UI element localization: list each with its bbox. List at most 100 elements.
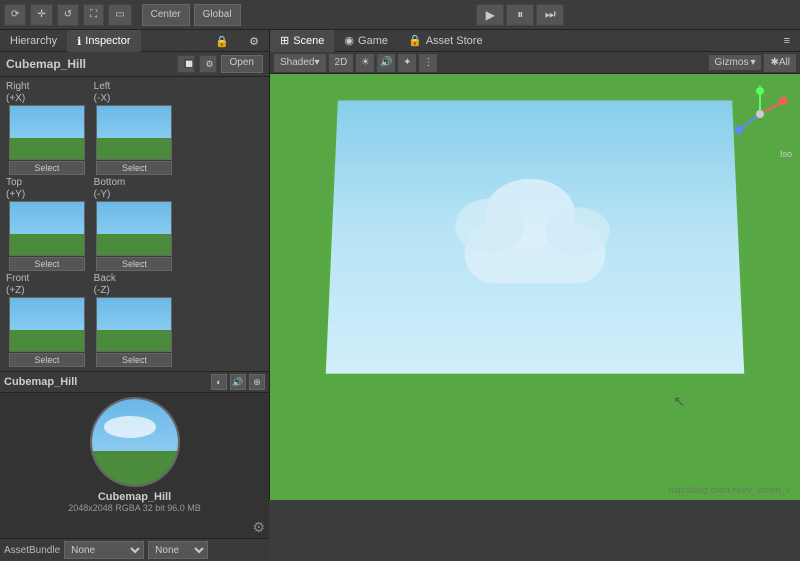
scene-url-watermark: http://blog.csdn.net/v_xchen_v (668, 485, 790, 495)
scene-tabs-row: ⊞ Scene ◉ Game 🔒 Asset Store ≡ (270, 30, 800, 52)
play-button[interactable]: ▶ (476, 4, 504, 26)
face-right-label2: (+X) (4, 93, 25, 104)
global-label: Global (203, 9, 232, 20)
face-left-label2: (-X) (92, 93, 111, 104)
asset-bundle-select-1[interactable]: None (64, 541, 144, 559)
cloud-top2 (455, 198, 525, 253)
scene-gizmo: y x z (730, 84, 790, 144)
face-right-select-btn[interactable]: Select (9, 161, 85, 175)
shaded-label: Shaded (280, 57, 314, 68)
preview-controls: ◐ 🔊 ⊕ (211, 374, 265, 390)
scene-tab-label: Scene (293, 35, 324, 47)
asset-bundle-select-2[interactable]: None (148, 541, 208, 559)
pause-button[interactable]: ⏸ (506, 4, 534, 26)
tab-lock-btn[interactable]: 🔒 (205, 30, 239, 52)
open-button[interactable]: Open (221, 55, 263, 73)
preview-asset-info: 2048x2048 RGBA 32 bit 96.0 MB (68, 503, 201, 513)
asset-store-tab-label: Asset Store (426, 35, 483, 47)
cube-face-left: Left (-X) Select (92, 81, 178, 175)
face-bottom-select-btn[interactable]: Select (96, 257, 172, 271)
face-left-label1: Left (92, 81, 111, 92)
asset-bundle-bar: AssetBundle None None (0, 538, 269, 561)
empty-cell-3 (179, 273, 265, 367)
scene-tab-icon: ⊞ (280, 34, 289, 47)
tab-hierarchy[interactable]: Hierarchy (0, 30, 67, 52)
tab-gear-btn[interactable]: ⚙ (239, 30, 269, 52)
preview-panel-title: Cubemap_Hill (4, 376, 77, 388)
2d-label: 2D (335, 57, 348, 68)
face-back-preview (96, 297, 172, 352)
global-mode-btn[interactable]: Global (194, 4, 241, 26)
face-bottom-preview (96, 201, 172, 256)
all-toggle[interactable]: ✱ All (764, 54, 796, 72)
gizmos-label: Gizmos (715, 57, 749, 68)
scale-tool-btn[interactable]: ⛶ (83, 4, 104, 26)
cube-face-back: Back (-Z) Select (92, 273, 178, 367)
cloud-top3 (545, 207, 610, 255)
face-top-select-btn[interactable]: Select (9, 257, 85, 271)
inspector-icon-btn1[interactable]: 🔲 (177, 55, 195, 73)
fx-toggle[interactable]: ✦ (398, 54, 416, 72)
audio-toggle[interactable]: 🔊 (377, 54, 395, 72)
face-back-select-btn[interactable]: Select (96, 353, 172, 367)
rect-tool-btn[interactable]: ▭ (108, 4, 131, 26)
gizmos-chevron-icon: ▾ (750, 57, 755, 68)
2d-toggle[interactable]: 2D (329, 54, 354, 72)
asset-bundle-label: AssetBundle (4, 545, 60, 556)
pivot-center-label: Center (151, 9, 181, 20)
face-left-select-btn[interactable]: Select (96, 161, 172, 175)
inspector-tab-label: Inspector (85, 35, 130, 47)
scene-toolbar: Shaded ▾ 2D ☀ 🔊 ✦ ⋮ Gizmos ▾ ✱ All (270, 52, 800, 74)
preview-content: Cubemap_Hill 2048x2048 RGBA 32 bit 96.0 … (0, 393, 269, 517)
rotate-tool-btn[interactable]: ↺ (57, 4, 79, 26)
main-layout: Hierarchy ℹ Inspector 🔒 ⚙ Cubemap_Hill 🔲… (0, 30, 800, 500)
scene-cloud (434, 184, 636, 284)
shaded-dropdown[interactable]: Shaded ▾ (274, 54, 326, 72)
move-tool-btn[interactable]: ✛ (30, 4, 52, 26)
face-bottom-label1: Bottom (92, 177, 126, 188)
preview-settings-icon[interactable]: ⚙ (252, 519, 265, 536)
scene-cursor: ↖ (673, 393, 685, 410)
pivot-mode-btn[interactable]: Center (142, 4, 190, 26)
scene-extra-btn[interactable]: ⋮ (419, 54, 437, 72)
all-icon: ✱ (770, 57, 778, 68)
preview-asset-name: Cubemap_Hill (68, 491, 201, 503)
preview-ctrl-3[interactable]: ⊕ (249, 374, 265, 390)
scene-tab-more[interactable]: ≡ (774, 30, 800, 52)
preview-ctrl-1[interactable]: ◐ (211, 374, 227, 390)
tab-game[interactable]: ◉ Game (334, 30, 398, 52)
face-front-label2: (+Z) (4, 285, 25, 296)
cube-face-bottom: Bottom (-Y) Select (92, 177, 178, 271)
face-front-preview (9, 297, 85, 352)
face-left-preview (96, 105, 172, 160)
scene-iso-label: Iso (780, 149, 792, 159)
svg-text:y: y (758, 84, 762, 91)
left-panel: Hierarchy ℹ Inspector 🔒 ⚙ Cubemap_Hill 🔲… (0, 30, 270, 500)
hierarchy-tab-label: Hierarchy (10, 35, 57, 47)
tab-asset-store[interactable]: 🔒 Asset Store (398, 30, 493, 52)
gizmos-dropdown[interactable]: Gizmos ▾ (709, 55, 762, 70)
shaded-chevron-icon: ▾ (314, 57, 319, 68)
tab-inspector[interactable]: ℹ Inspector (67, 30, 140, 52)
step-button[interactable]: ⏭ (536, 4, 564, 26)
preview-ctrl-2[interactable]: 🔊 (230, 374, 246, 390)
inspector-asset-title: Cubemap_Hill (6, 57, 86, 71)
lighting-toggle[interactable]: ☀ (356, 54, 374, 72)
face-front-select-btn[interactable]: Select (9, 353, 85, 367)
preview-circle-thumbnail (90, 397, 180, 487)
inspector-header: Cubemap_Hill 🔲 ⚙ Open (0, 52, 269, 77)
inspector-header-icons: 🔲 ⚙ Open (177, 55, 263, 73)
transform-tool-btn[interactable]: ⟳ (4, 4, 26, 26)
face-back-label1: Back (92, 273, 116, 284)
empty-cell-1 (179, 81, 265, 175)
preview-panel: Cubemap_Hill ◐ 🔊 ⊕ Cubemap_Hill 2048x204… (0, 371, 269, 556)
preview-panel-header: Cubemap_Hill ◐ 🔊 ⊕ (0, 372, 269, 393)
preview-info: Cubemap_Hill 2048x2048 RGBA 32 bit 96.0 … (68, 491, 201, 513)
svg-text:x: x (783, 94, 787, 101)
game-tab-icon: ◉ (344, 34, 354, 47)
tab-scene[interactable]: ⊞ Scene (270, 30, 334, 52)
scene-view[interactable]: y x z Iso ↖ http://blog.csdn.net/v (270, 74, 800, 500)
inspector-icon-btn2[interactable]: ⚙ (199, 55, 217, 73)
left-tabs-row: Hierarchy ℹ Inspector 🔒 ⚙ (0, 30, 269, 52)
cubemap-grid: Right (+X) Select Left (-X) Select (0, 77, 269, 371)
